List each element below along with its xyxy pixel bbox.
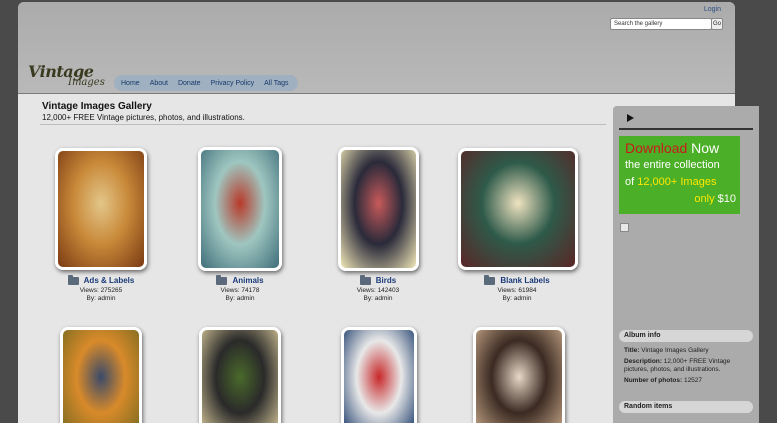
site-header: Login Search the gallery Go Vintage Imag… xyxy=(18,2,735,94)
search-go-button[interactable]: Go xyxy=(711,18,723,30)
promo-line2: the entire collection xyxy=(625,159,720,171)
album-link[interactable]: Blank Labels xyxy=(484,274,550,285)
promo-count: 12,000+ Images xyxy=(637,176,717,188)
folder-icon xyxy=(359,274,371,285)
album-link[interactable]: Birds xyxy=(359,274,396,285)
album-info-count-value: 12527 xyxy=(683,377,703,384)
logo-text-images: Images xyxy=(68,77,105,88)
album-info-title-label: Title: xyxy=(624,347,640,354)
main-nav: Home About Donate Privacy Policy All Tag… xyxy=(114,75,298,91)
promo-download: Download xyxy=(625,140,688,156)
album-title[interactable]: Birds xyxy=(376,276,396,285)
album-author: By: admin xyxy=(86,294,116,302)
play-icon[interactable] xyxy=(627,114,634,122)
album-info-desc-label: Description: xyxy=(624,358,662,365)
nav-about[interactable]: About xyxy=(150,80,168,87)
page-title: Vintage Images Gallery xyxy=(42,101,152,112)
nav-home[interactable]: Home xyxy=(121,80,140,87)
album-info-title: Title: Vintage Images Gallery xyxy=(624,347,752,355)
album-info-description: Description: 12,000+ FREE Vintage pictur… xyxy=(624,358,752,374)
sidebar: Download Now the entire collection of 12… xyxy=(613,106,759,423)
album-caption: Birds Views: 142403 By: admin xyxy=(318,274,438,303)
album-info-title-value: Vintage Images Gallery xyxy=(641,347,709,354)
album-views: Views: 275265 xyxy=(79,286,123,294)
album-caption: Ads & Labels Views: 275265 By: admin xyxy=(41,274,161,303)
album-views: Views: 61984 xyxy=(497,286,537,294)
site-logo[interactable]: Vintage Images xyxy=(28,64,106,92)
folder-icon xyxy=(216,274,228,285)
broken-image-icon xyxy=(620,223,629,232)
album-info-count: Number of photos: 12527 xyxy=(624,377,752,385)
album-caption: Blank Labels Views: 61984 By: admin xyxy=(457,274,577,303)
album-title[interactable]: Ads & Labels xyxy=(84,276,135,285)
album-thumbnail-ads-labels[interactable] xyxy=(55,148,147,270)
album-thumbnail[interactable] xyxy=(60,327,142,423)
promo-of: of xyxy=(625,176,635,188)
album-thumbnail-birds[interactable] xyxy=(338,147,419,271)
album-link[interactable]: Ads & Labels xyxy=(67,274,135,285)
random-items-heading: Random items xyxy=(619,401,753,413)
album-views: Views: 142403 xyxy=(356,286,400,294)
album-thumbnail[interactable] xyxy=(341,327,417,423)
search-input[interactable]: Search the gallery xyxy=(610,18,712,30)
album-info-heading: Album info xyxy=(619,330,753,342)
folder-icon xyxy=(67,274,79,285)
promo-price: $10 xyxy=(717,193,736,205)
folder-icon xyxy=(484,274,496,285)
album-thumbnail-blank-labels[interactable] xyxy=(458,148,578,270)
title-divider xyxy=(40,124,606,125)
album-caption: Animals Views: 74178 By: admin xyxy=(180,274,300,303)
album-thumbnail[interactable] xyxy=(199,327,281,423)
album-author: By: admin xyxy=(363,294,393,302)
nav-all-tags[interactable]: All Tags xyxy=(264,80,288,87)
download-promo-banner[interactable]: Download Now the entire collection of 12… xyxy=(619,136,740,214)
album-author: By: admin xyxy=(225,294,255,302)
page-subtitle: 12,000+ FREE Vintage pictures, photos, a… xyxy=(42,113,245,122)
album-info-count-label: Number of photos: xyxy=(624,377,683,384)
album-thumbnail[interactable] xyxy=(473,327,565,423)
album-views: Views: 74178 xyxy=(220,286,260,294)
album-link[interactable]: Animals xyxy=(216,274,264,285)
nav-donate[interactable]: Donate xyxy=(178,80,201,87)
nav-privacy-policy[interactable]: Privacy Policy xyxy=(211,80,255,87)
promo-now: Now xyxy=(691,140,720,156)
album-thumbnail-animals[interactable] xyxy=(198,147,282,271)
login-link[interactable]: Login xyxy=(704,6,721,13)
album-title[interactable]: Blank Labels xyxy=(500,276,549,285)
album-author: By: admin xyxy=(502,294,532,302)
album-title[interactable]: Animals xyxy=(232,276,263,285)
sidebar-divider xyxy=(619,128,753,130)
promo-only: only xyxy=(694,193,715,205)
